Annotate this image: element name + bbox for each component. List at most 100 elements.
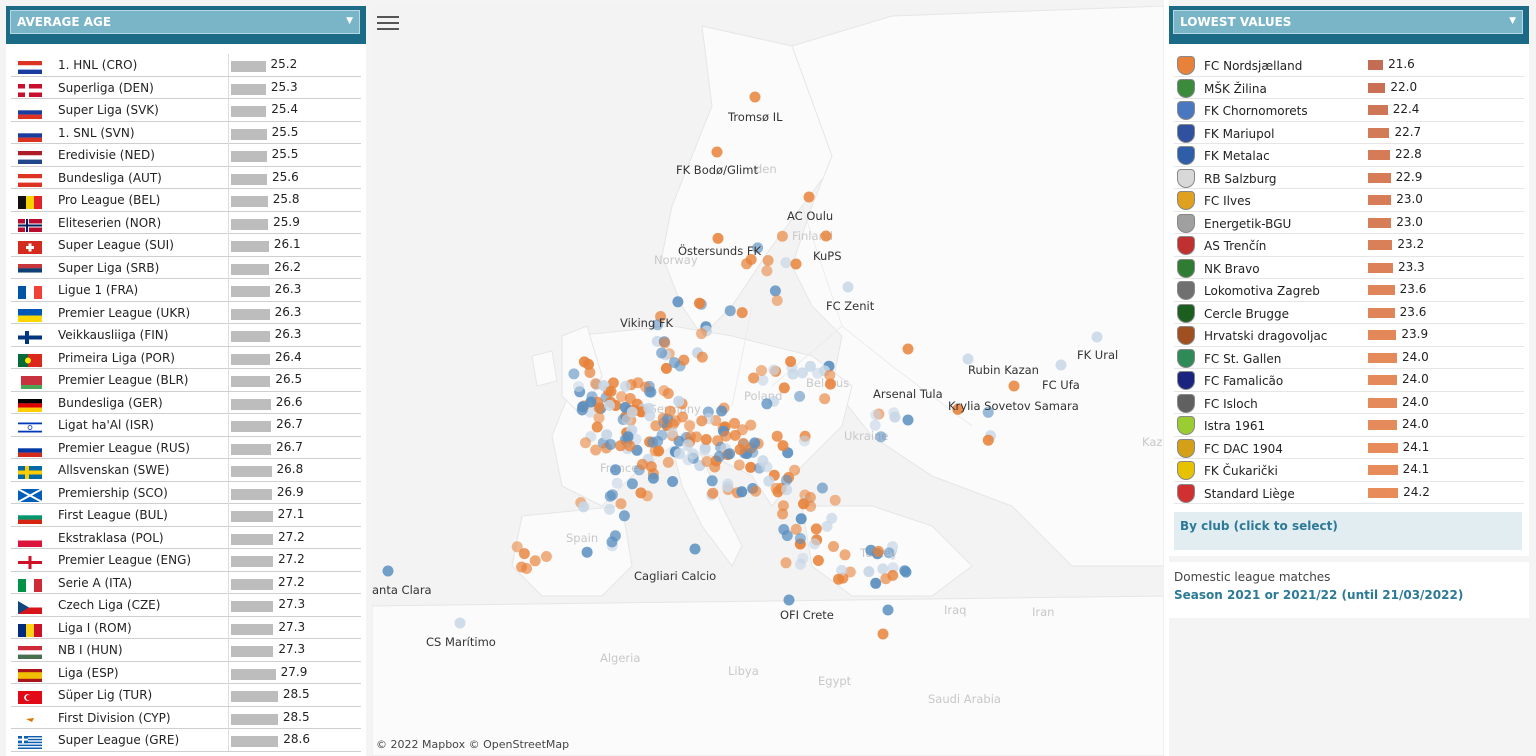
club-row[interactable]: FK Chornomorets 22.4 — [1174, 99, 1524, 122]
league-row[interactable]: Bundesliga (AUT) 25.6 — [11, 166, 361, 189]
league-row[interactable]: NB I (HUN) 27.3 — [11, 639, 361, 662]
hamburger-menu-icon[interactable] — [377, 12, 399, 32]
club-row[interactable]: FC Isloch 24.0 — [1174, 392, 1524, 414]
average-age-bar[interactable] — [231, 443, 272, 455]
league-row[interactable]: Pro League (BEL) 25.8 — [11, 189, 361, 212]
club-row[interactable]: Hrvatski dragovoljac 23.9 — [1174, 324, 1524, 347]
club-row[interactable]: FK Metalac 22.8 — [1174, 144, 1524, 167]
league-row[interactable]: Super Liga (SRB) 26.2 — [11, 256, 361, 279]
club-age-bar[interactable] — [1368, 487, 1399, 498]
lowest-values-dropdown[interactable]: LOWEST VALUES ▼ — [1173, 10, 1523, 34]
league-row[interactable]: Ligat ha'Al (ISR) 26.7 — [11, 414, 361, 437]
average-age-bar[interactable] — [231, 286, 270, 297]
club-row[interactable]: FC Famalicão 24.0 — [1174, 369, 1524, 392]
club-age-bar[interactable] — [1368, 352, 1397, 363]
league-row[interactable]: 1. SNL (SVN) 25.5 — [11, 121, 361, 144]
league-row[interactable]: Premier League (UKR) 26.3 — [11, 301, 361, 324]
league-row[interactable]: Primeira Liga (POR) 26.4 — [11, 346, 361, 369]
club-age-bar[interactable] — [1368, 307, 1395, 318]
average-age-bar[interactable] — [231, 83, 266, 95]
average-age-bar[interactable] — [231, 511, 273, 522]
league-row[interactable]: Ekstraklasa (POL) 27.2 — [11, 526, 361, 549]
club-row[interactable]: Istra 1961 24.0 — [1174, 414, 1524, 437]
club-row[interactable]: AS Trenčín 23.2 — [1174, 234, 1524, 257]
average-age-bar[interactable] — [231, 218, 269, 230]
average-age-bar[interactable] — [231, 241, 269, 252]
average-age-bar[interactable] — [231, 736, 279, 747]
league-row[interactable]: Veikkausliiga (FIN) 26.3 — [11, 324, 361, 347]
club-row[interactable]: FK Čukarički 24.1 — [1174, 459, 1524, 482]
club-age-bar[interactable] — [1368, 465, 1398, 475]
league-row[interactable]: Super Liga (SVK) 25.4 — [11, 99, 361, 122]
club-age-bar[interactable] — [1368, 397, 1397, 408]
average-age-bar[interactable] — [231, 128, 267, 140]
club-age-bar[interactable] — [1368, 172, 1391, 183]
average-age-bar[interactable] — [231, 578, 273, 590]
by-club-button[interactable]: By club (click to select) — [1174, 512, 1522, 550]
league-row[interactable]: Serie A (ITA) 27.2 — [11, 571, 361, 594]
club-age-bar[interactable] — [1368, 150, 1391, 160]
league-row[interactable]: Premiership (SCO) 26.9 — [11, 481, 361, 504]
club-row[interactable]: RB Salzburg 22.9 — [1174, 167, 1524, 189]
club-row[interactable]: Lokomotiva Zagreb 23.6 — [1174, 279, 1524, 302]
club-age-bar[interactable] — [1368, 240, 1393, 250]
league-row[interactable]: Eredivisie (NED) 25.5 — [11, 144, 361, 167]
average-age-bar[interactable] — [231, 376, 271, 387]
average-age-bar[interactable] — [231, 61, 266, 72]
league-row[interactable]: Superliga (DEN) 25.3 — [11, 76, 361, 99]
club-row[interactable]: Energetik-BGU 23.0 — [1174, 212, 1524, 234]
average-age-bar[interactable] — [231, 331, 270, 342]
average-age-bar[interactable] — [231, 556, 273, 567]
club-row[interactable]: Cercle Brugge 23.6 — [1174, 302, 1524, 324]
average-age-bar[interactable] — [231, 488, 272, 500]
club-age-bar[interactable] — [1368, 262, 1393, 273]
average-age-dropdown[interactable]: AVERAGE AGE ▼ — [10, 10, 360, 34]
average-age-bar[interactable] — [231, 623, 274, 635]
club-age-bar[interactable] — [1368, 375, 1397, 385]
average-age-bar[interactable] — [231, 353, 270, 365]
league-row[interactable]: Eliteserien (NOR) 25.9 — [11, 211, 361, 234]
average-age-bar[interactable] — [231, 263, 270, 275]
average-age-bar[interactable] — [231, 646, 274, 657]
average-age-bar[interactable] — [231, 151, 267, 162]
league-row[interactable]: Super League (GRE) 28.6 — [11, 729, 361, 752]
average-age-bar[interactable] — [231, 533, 273, 545]
average-age-bar[interactable] — [231, 308, 270, 320]
club-row[interactable]: FC Nordsjælland 21.6 — [1174, 54, 1524, 77]
europe-map[interactable]: NorwayFinlanddenBelarusPolandGermanyFran… — [372, 6, 1164, 756]
map-attribution[interactable]: © 2022 Mapbox © OpenStreetMap — [376, 738, 569, 751]
club-row[interactable]: MŠK Žilina 22.0 — [1174, 77, 1524, 99]
league-row[interactable]: Süper Lig (TUR) 28.5 — [11, 684, 361, 707]
club-row[interactable]: Standard Liège 24.2 — [1174, 482, 1524, 504]
club-age-bar[interactable] — [1368, 420, 1397, 430]
league-row[interactable]: Ligue 1 (FRA) 26.3 — [11, 279, 361, 302]
club-row[interactable]: FC DAC 1904 24.1 — [1174, 437, 1524, 459]
average-age-bar[interactable] — [231, 196, 268, 207]
league-row[interactable]: First Division (CYP) 28.5 — [11, 706, 361, 729]
league-row[interactable]: Allsvenskan (SWE) 26.8 — [11, 459, 361, 482]
average-age-bar[interactable] — [231, 466, 272, 477]
average-age-bar[interactable] — [231, 106, 267, 117]
club-age-bar[interactable] — [1368, 195, 1392, 205]
league-row[interactable]: Czech Liga (CZE) 27.3 — [11, 594, 361, 617]
club-row[interactable]: FK Mariupol 22.7 — [1174, 122, 1524, 144]
average-age-bar[interactable] — [231, 173, 267, 185]
average-age-bar[interactable] — [231, 713, 278, 725]
average-age-bar[interactable] — [231, 668, 276, 680]
club-row[interactable]: FC St. Gallen 24.0 — [1174, 347, 1524, 369]
league-row[interactable]: Premier League (ENG) 27.2 — [11, 549, 361, 572]
map-canvas[interactable]: NorwayFinlanddenBelarusPolandGermanyFran… — [372, 6, 1164, 756]
club-age-bar[interactable] — [1368, 127, 1390, 138]
club-age-bar[interactable] — [1368, 105, 1388, 115]
league-row[interactable]: First League (BUL) 27.1 — [11, 504, 361, 527]
club-age-bar[interactable] — [1368, 82, 1386, 93]
club-row[interactable]: NK Bravo 23.3 — [1174, 257, 1524, 279]
average-age-bar[interactable] — [231, 398, 271, 410]
average-age-bar[interactable] — [231, 691, 278, 702]
average-age-bar[interactable] — [231, 421, 272, 432]
club-age-bar[interactable] — [1368, 330, 1397, 340]
club-age-bar[interactable] — [1368, 217, 1392, 228]
league-row[interactable]: Liga (ESP) 27.9 — [11, 661, 361, 684]
league-row[interactable]: Super League (SUI) 26.1 — [11, 234, 361, 257]
average-age-bar[interactable] — [231, 601, 274, 612]
